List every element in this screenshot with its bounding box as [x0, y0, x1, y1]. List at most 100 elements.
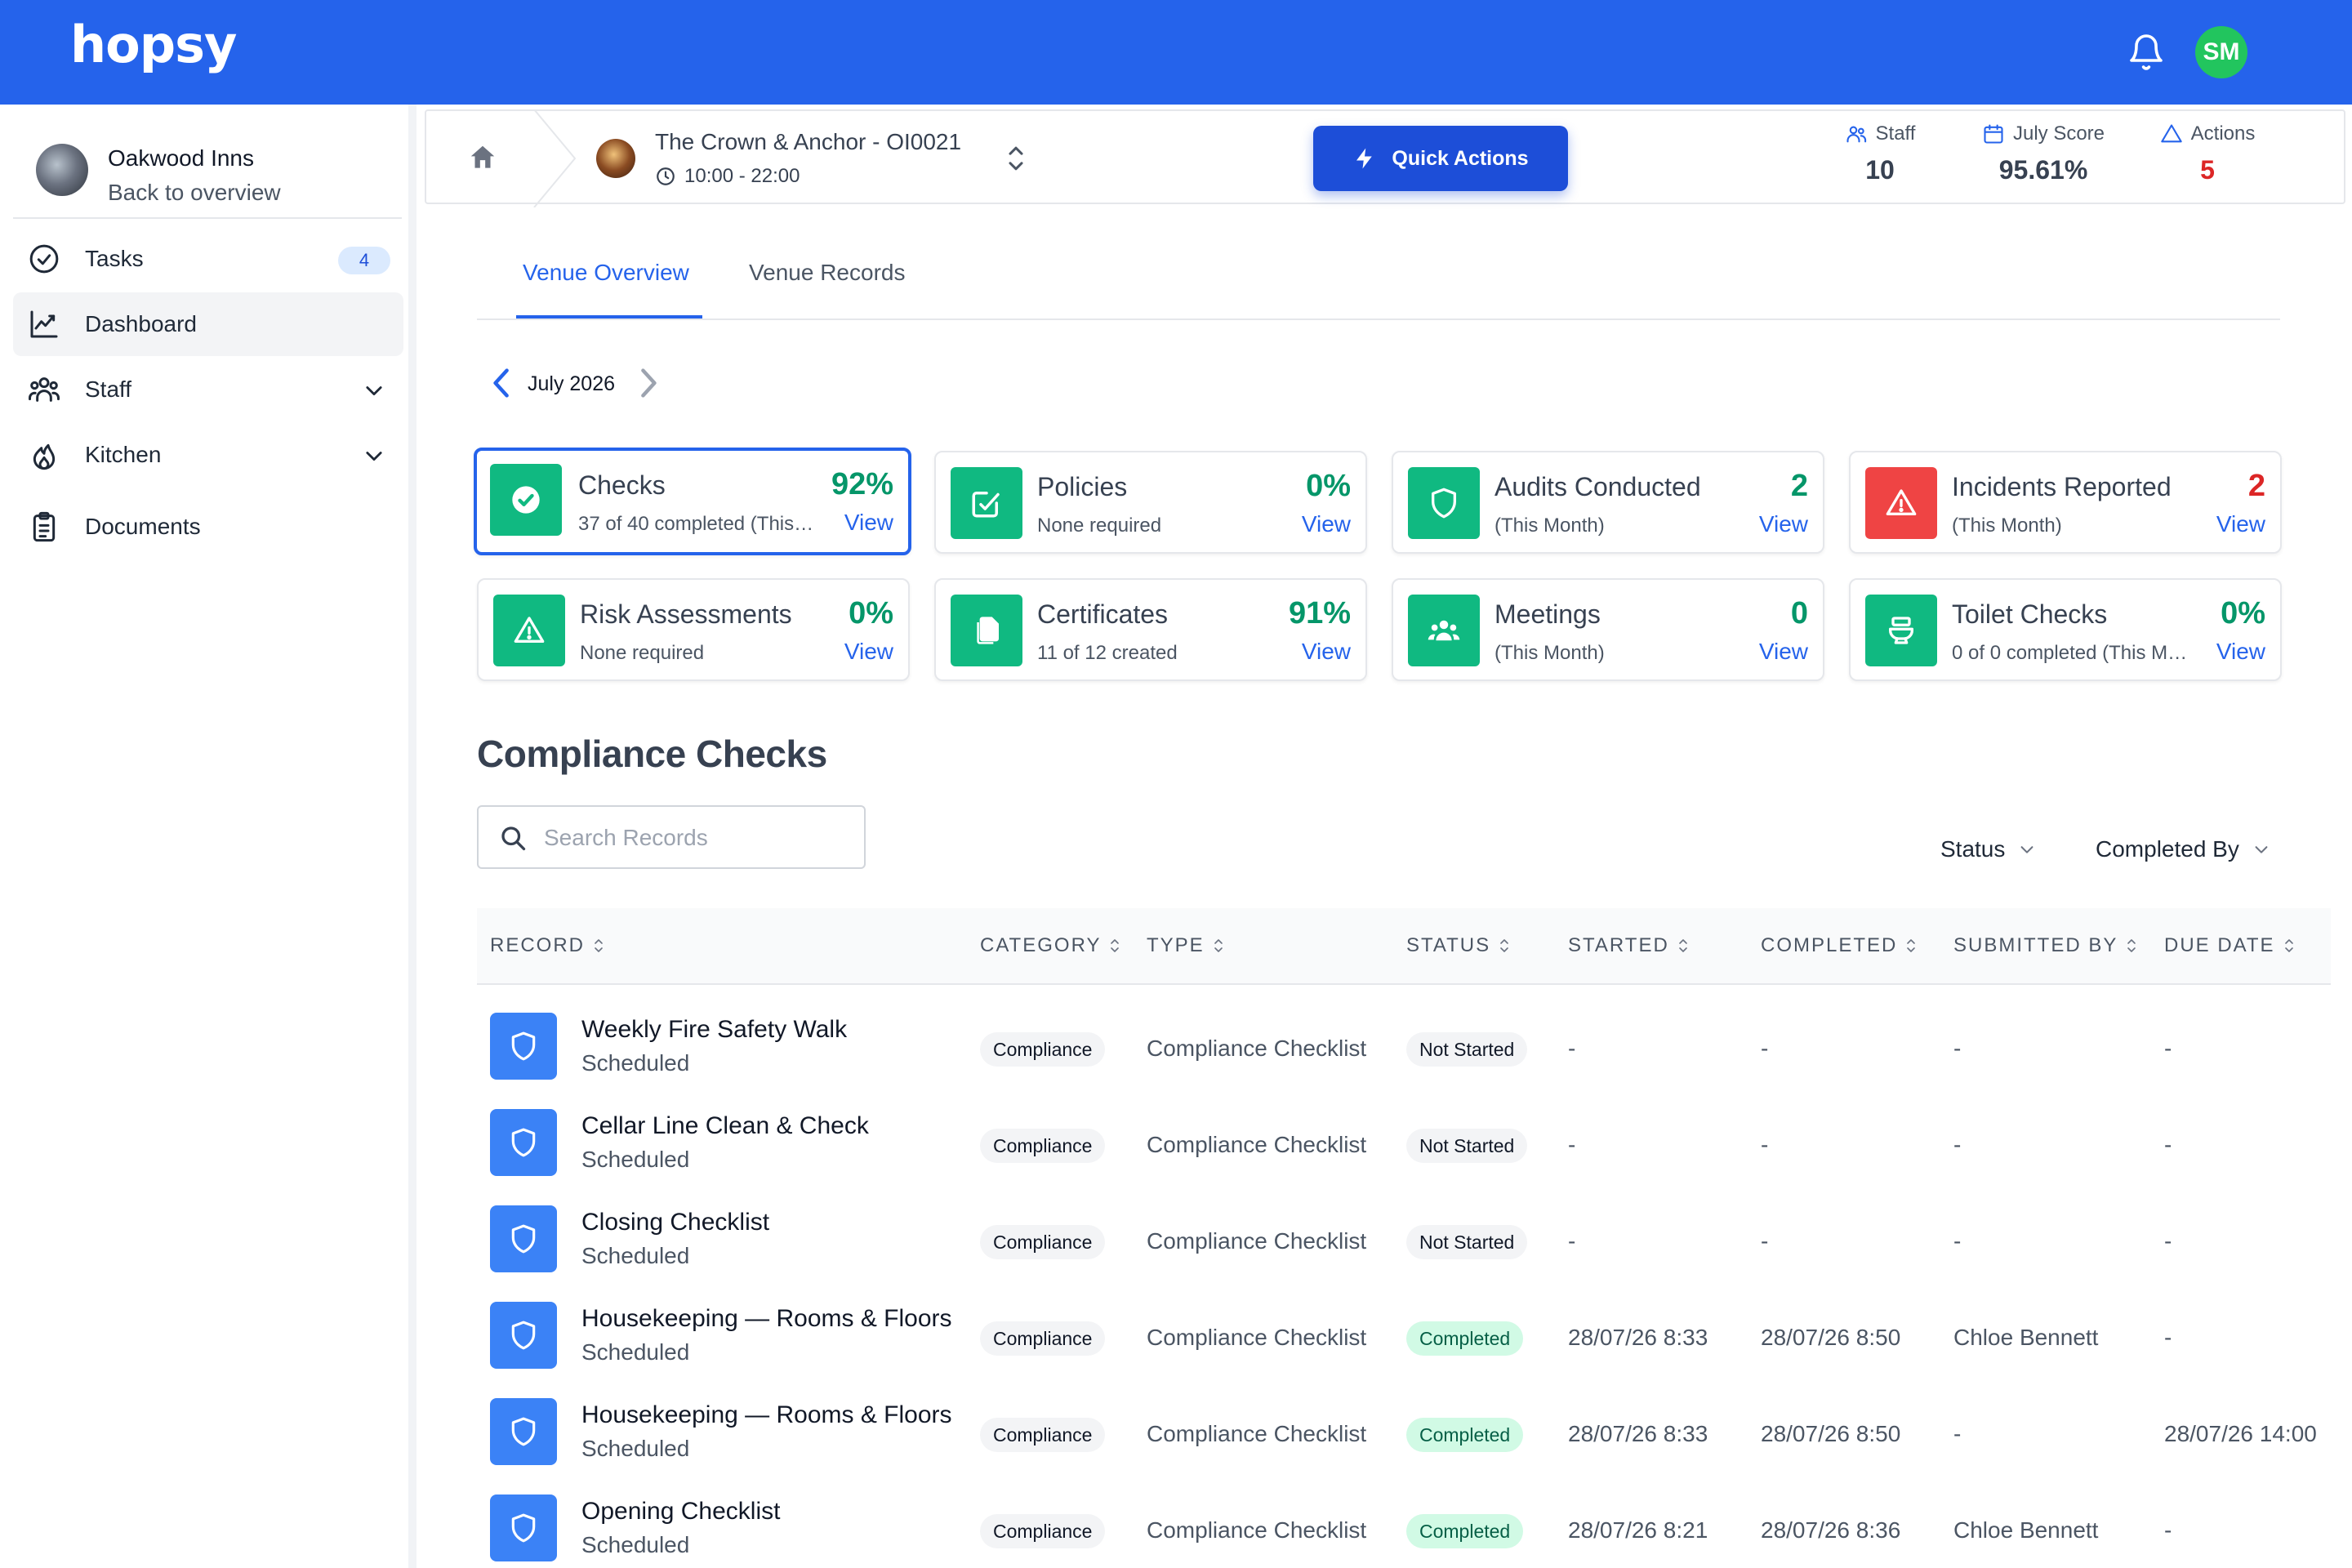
- search-icon: [501, 826, 526, 851]
- toilet-checks-card[interactable]: Toilet Checks 0 of 0 completed (This Mon…: [1849, 578, 2282, 681]
- column-header-started[interactable]: STARTED: [1568, 934, 1689, 957]
- sidebar-item-documents[interactable]: Documents: [13, 495, 403, 559]
- shield-icon: [490, 1205, 557, 1272]
- column-header-completed[interactable]: COMPLETED: [1761, 934, 1917, 957]
- category-badge: Compliance: [980, 1032, 1106, 1067]
- certificates-card[interactable]: Certificates 11 of 12 created 91% View: [934, 578, 1367, 681]
- column-header-type[interactable]: TYPE: [1147, 934, 1224, 957]
- search-records-field[interactable]: [477, 805, 866, 869]
- table-row[interactable]: Opening Checklist Scheduled Compliance C…: [477, 1483, 2331, 1568]
- actions-stat[interactable]: Actions 5: [2146, 122, 2269, 185]
- completed-cell: 28/07/26 8:50: [1761, 1325, 1901, 1350]
- staff-stat[interactable]: Staff 10: [1831, 122, 1929, 185]
- completed-by-filter[interactable]: Completed By: [2096, 836, 2270, 862]
- sidebar: Oakwood Inns Back to overview Tasks 4 Da…: [0, 105, 416, 1568]
- table-row[interactable]: Housekeeping — Rooms & Floors Scheduled …: [477, 1387, 2331, 1483]
- card-value: 0: [1790, 596, 1808, 630]
- sidebar-item-dashboard[interactable]: Dashboard: [13, 292, 403, 356]
- policy-check-icon: [951, 467, 1022, 539]
- status-badge: Completed: [1406, 1514, 1524, 1548]
- column-header-record[interactable]: RECORD: [490, 934, 604, 957]
- due-date-cell: -: [2164, 1228, 2172, 1254]
- app-logo[interactable]: hopsy: [70, 15, 237, 74]
- table-row[interactable]: Closing Checklist Scheduled Compliance C…: [477, 1194, 2331, 1290]
- tab-venue-overview[interactable]: Venue Overview: [523, 260, 689, 286]
- clock-icon: [657, 167, 675, 185]
- card-view-link[interactable]: View: [844, 639, 893, 665]
- card-title: Policies: [1037, 472, 1128, 501]
- clipboard-icon: [33, 511, 56, 542]
- venue-name[interactable]: The Crown & Anchor - OI0021: [655, 129, 961, 155]
- audits-card[interactable]: Audits Conducted (This Month) 2 View: [1392, 451, 1824, 554]
- sidebar-item-label: Staff: [85, 376, 132, 402]
- card-view-link[interactable]: View: [1302, 511, 1351, 537]
- chart-line-icon: [30, 310, 58, 338]
- card-view-link[interactable]: View: [1302, 639, 1351, 665]
- table-row[interactable]: Housekeeping — Rooms & Floors Scheduled …: [477, 1290, 2331, 1387]
- venue-avatar: [596, 139, 635, 178]
- card-title: Certificates: [1037, 599, 1169, 629]
- warning-icon: [493, 595, 565, 666]
- card-view-link[interactable]: View: [2216, 639, 2265, 665]
- sidebar-item-kitchen[interactable]: Kitchen: [13, 423, 403, 487]
- started-cell: 28/07/26 8:21: [1568, 1517, 1708, 1543]
- sidebar-item-tasks[interactable]: Tasks 4: [13, 227, 403, 291]
- meetings-card[interactable]: Meetings (This Month) 0 View: [1392, 578, 1824, 681]
- check-badge-icon: [490, 464, 562, 536]
- sidebar-item-label: Tasks: [85, 246, 144, 271]
- tab-venue-records[interactable]: Venue Records: [749, 260, 905, 286]
- breadcrumb-separator: [533, 109, 577, 207]
- card-view-link[interactable]: View: [1759, 511, 1808, 537]
- card-subtitle: 37 of 40 completed (This Month): [578, 513, 815, 535]
- chevron-down-icon: [2255, 846, 2268, 853]
- card-title: Audits Conducted: [1494, 472, 1701, 501]
- chevron-right-icon[interactable]: [634, 366, 662, 400]
- card-view-link[interactable]: View: [1759, 639, 1808, 665]
- column-header-status[interactable]: STATUS: [1406, 934, 1510, 957]
- column-header-due-date[interactable]: DUE DATE: [2164, 934, 2295, 957]
- started-cell: 28/07/26 8:33: [1568, 1421, 1708, 1446]
- quick-actions-button[interactable]: Quick Actions: [1313, 126, 1568, 191]
- status-filter-label: Status: [1940, 836, 2006, 862]
- sort-icon: [1678, 939, 1687, 952]
- search-input[interactable]: [544, 822, 854, 854]
- card-view-link[interactable]: View: [844, 510, 893, 536]
- column-header-submitted-by[interactable]: SUBMITTED BY: [1953, 934, 2137, 957]
- card-value: 0%: [2221, 596, 2265, 630]
- card-subtitle: (This Month): [1952, 514, 2062, 537]
- policies-card[interactable]: Policies None required 0% View: [934, 451, 1367, 554]
- quick-actions-label: Quick Actions: [1392, 146, 1529, 170]
- users-icon: [29, 377, 60, 402]
- sort-icon: [1214, 939, 1223, 952]
- sort-icon: [595, 939, 603, 952]
- card-title: Incidents Reported: [1952, 472, 2172, 501]
- checks-card[interactable]: Checks 37 of 40 completed (This Month) 9…: [474, 448, 911, 555]
- back-to-overview-link[interactable]: Back to overview: [108, 180, 281, 206]
- card-value: 92%: [831, 467, 893, 501]
- user-avatar[interactable]: SM: [2195, 26, 2247, 78]
- home-icon[interactable]: [467, 142, 498, 173]
- sort-icon: [2127, 939, 2136, 952]
- column-header-category[interactable]: CATEGORY: [980, 934, 1120, 957]
- table-row[interactable]: Cellar Line Clean & Check Scheduled Comp…: [477, 1098, 2331, 1194]
- bell-icon[interactable]: [2127, 33, 2166, 72]
- status-filter[interactable]: Status: [1940, 836, 2036, 862]
- documents-icon: [951, 595, 1022, 666]
- risk-assessments-card[interactable]: Risk Assessments None required 0% View: [477, 578, 910, 681]
- org-switcher[interactable]: Oakwood Inns Back to overview: [36, 134, 395, 212]
- july-score-stat[interactable]: July Score 95.61%: [1962, 122, 2125, 185]
- venue-switcher-icon[interactable]: [1004, 144, 1027, 173]
- record-subtitle: Scheduled: [581, 1050, 690, 1076]
- chevron-down-icon[interactable]: [363, 379, 385, 402]
- card-view-link[interactable]: View: [2216, 511, 2265, 537]
- chevron-left-icon[interactable]: [488, 366, 516, 400]
- table-row[interactable]: Weekly Fire Safety Walk Scheduled Compli…: [477, 1001, 2331, 1098]
- tasks-count-badge: 4: [338, 247, 390, 274]
- completed-cell: 28/07/26 8:36: [1761, 1517, 1901, 1543]
- due-date-cell: -: [2164, 1132, 2172, 1157]
- sidebar-divider: [13, 217, 402, 219]
- chevron-down-icon[interactable]: [363, 444, 385, 467]
- sidebar-item-staff[interactable]: Staff: [13, 358, 403, 421]
- category-badge: Compliance: [980, 1418, 1106, 1452]
- incidents-card[interactable]: Incidents Reported (This Month) 2 View: [1849, 451, 2282, 554]
